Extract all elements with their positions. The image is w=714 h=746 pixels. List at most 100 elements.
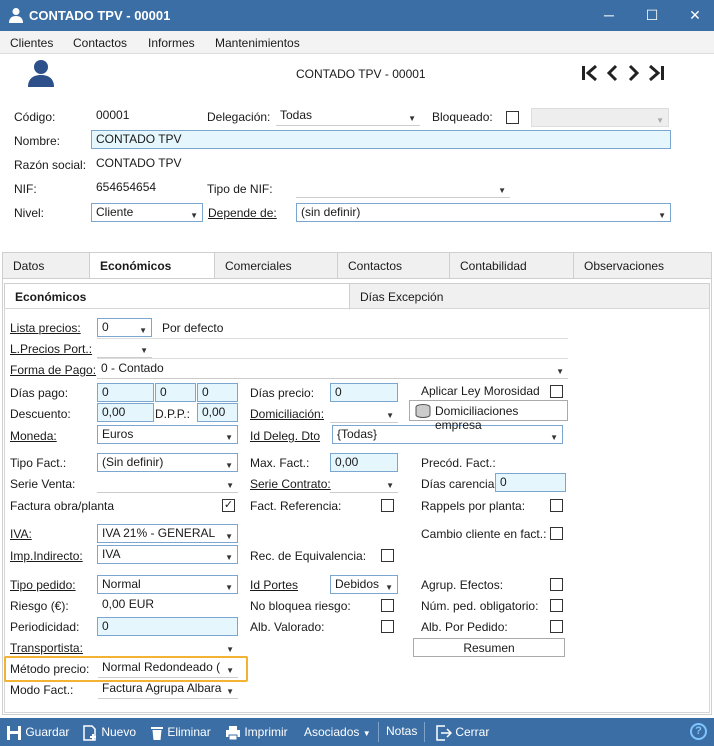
agrup-efectos-checkbox[interactable] xyxy=(550,578,563,591)
periodicidad-field[interactable]: 0 xyxy=(97,617,238,636)
domiciliacion-label[interactable]: Domiciliación: xyxy=(250,407,324,421)
domiciliacion-select[interactable]: ▼ xyxy=(330,404,398,423)
dias-pago-2[interactable]: 0 xyxy=(155,383,196,402)
riesgo-field[interactable]: 0,00 EUR xyxy=(98,596,238,615)
close-button[interactable]: Cerrar xyxy=(436,725,489,741)
exit-icon xyxy=(436,725,452,741)
dias-carencia-field[interactable]: 0 xyxy=(495,473,566,492)
rec-equiv-checkbox[interactable] xyxy=(381,549,394,562)
subtab-economicos[interactable]: Económicos xyxy=(4,283,350,310)
menu-mantenimientos[interactable]: Mantenimientos xyxy=(215,36,300,50)
num-ped-checkbox[interactable] xyxy=(550,599,563,612)
transportista-select[interactable]: ▼ xyxy=(97,638,238,657)
moneda-label[interactable]: Moneda: xyxy=(10,429,57,443)
serie-contrato-select[interactable]: ▼ xyxy=(330,474,398,493)
chevron-down-icon: ▼ xyxy=(408,114,416,123)
tab-datos[interactable]: Datos xyxy=(2,252,90,279)
tab-observaciones[interactable]: Observaciones xyxy=(573,252,712,279)
id-portes-label[interactable]: Id Portes xyxy=(250,578,298,592)
resumen-button[interactable]: Resumen xyxy=(413,638,565,657)
modo-fact-select[interactable]: Factura Agrupa Albara ▼ xyxy=(98,680,238,699)
serie-contrato-label[interactable]: Serie Contrato: xyxy=(250,477,331,491)
next-record-icon[interactable] xyxy=(626,63,642,86)
iva-select[interactable]: IVA 21% - GENERAL ▼ xyxy=(97,524,238,543)
metodo-precio-select[interactable]: Normal Redondeado (▼ xyxy=(98,659,238,678)
asociados-menu-button[interactable]: Asociados ▼ xyxy=(304,725,371,739)
subtab-dias-excepcion[interactable]: Días Excepción xyxy=(349,283,710,309)
divider xyxy=(97,358,568,359)
lprecios-port-select[interactable]: ▼ xyxy=(97,339,152,358)
descuento-field[interactable]: 0,00 xyxy=(97,403,154,422)
domiciliaciones-button[interactable]: Domiciliaciones empresa xyxy=(409,400,568,432)
rappels-checkbox[interactable] xyxy=(550,499,563,512)
alb-pedido-checkbox[interactable] xyxy=(550,620,563,633)
alb-valorado-checkbox[interactable] xyxy=(381,620,394,633)
previous-record-icon[interactable] xyxy=(604,63,620,86)
first-record-icon[interactable] xyxy=(580,63,598,86)
id-deleg-label[interactable]: Id Deleg. Dto xyxy=(250,429,320,443)
max-fact-field[interactable]: 0,00 xyxy=(330,453,398,472)
tab-contactos[interactable]: Contactos xyxy=(337,252,450,279)
bloqueado-checkbox[interactable] xyxy=(506,111,519,124)
chevron-down-icon: ▼ xyxy=(226,481,234,490)
dias-pago-3[interactable]: 0 xyxy=(197,383,238,402)
bloqueado-label: Bloqueado: xyxy=(432,110,493,124)
serie-venta-select[interactable]: ▼ xyxy=(97,474,238,493)
imp-indirecto-label[interactable]: Imp.Indirecto: xyxy=(10,549,83,563)
lprecios-port-label[interactable]: L.Precios Port.: xyxy=(10,342,92,356)
modo-fact-label: Modo Fact.: xyxy=(10,683,74,697)
fact-ref-checkbox[interactable] xyxy=(381,499,394,512)
delegacion-select[interactable]: Todas ▼ xyxy=(276,107,420,126)
depende-label[interactable]: Depende de: xyxy=(208,206,277,220)
print-button[interactable]: Imprimir xyxy=(225,725,288,741)
nif-field[interactable]: 654654654 xyxy=(92,179,202,198)
chevron-down-icon: ▼ xyxy=(386,481,394,490)
imp-indirecto-select[interactable]: IVA ▼ xyxy=(97,545,238,564)
depende-select[interactable]: (sin definir) ▼ xyxy=(296,203,671,222)
id-portes-select[interactable]: Debidos ▼ xyxy=(330,575,398,594)
menu-clientes[interactable]: Clientes xyxy=(10,36,53,50)
last-record-icon[interactable] xyxy=(648,63,666,86)
tab-contabilidad[interactable]: Contabilidad xyxy=(449,252,574,279)
tipo-pedido-select[interactable]: Normal ▼ xyxy=(97,575,238,594)
tipo-fact-select[interactable]: (Sin definir) ▼ xyxy=(97,453,238,472)
iva-label[interactable]: IVA: xyxy=(10,527,32,541)
tipo-nif-select[interactable]: ▼ xyxy=(296,179,510,198)
bloqueado-reason-select[interactable]: ▼ xyxy=(531,108,669,127)
dpp-field[interactable]: 0,00 xyxy=(197,403,238,422)
notas-button[interactable]: Notas xyxy=(386,724,417,738)
dias-precio-field[interactable]: 0 xyxy=(330,383,398,402)
nivel-select[interactable]: Cliente ▼ xyxy=(91,203,203,222)
forma-pago-select[interactable]: 0 - Contado ▼ xyxy=(97,360,568,379)
aplicar-ley-checkbox[interactable] xyxy=(550,385,563,398)
menu-informes[interactable]: Informes xyxy=(148,36,195,50)
dias-pago-1[interactable]: 0 xyxy=(97,383,154,402)
close-icon[interactable]: ✕ xyxy=(685,6,705,24)
no-bloquea-label: No bloquea riesgo: xyxy=(250,599,351,613)
minimize-icon[interactable]: ─ xyxy=(599,6,619,24)
maximize-icon[interactable]: ☐ xyxy=(642,6,662,24)
codigo-field[interactable]: 00001 xyxy=(92,107,192,126)
moneda-select[interactable]: Euros ▼ xyxy=(97,425,238,444)
nombre-field[interactable]: CONTADO TPV xyxy=(91,130,671,149)
help-icon[interactable]: ? xyxy=(690,723,707,740)
modo-fact-value: Factura Agrupa Albara xyxy=(102,681,222,695)
transportista-label[interactable]: Transportista: xyxy=(10,641,83,655)
new-button[interactable]: Nuevo xyxy=(82,725,136,741)
tipo-pedido-label[interactable]: Tipo pedido: xyxy=(10,578,76,592)
delegacion-label: Delegación: xyxy=(207,110,271,124)
cambio-cliente-checkbox[interactable] xyxy=(550,527,563,540)
factura-obra-checkbox[interactable]: ✓ xyxy=(222,499,235,512)
no-bloquea-checkbox[interactable] xyxy=(381,599,394,612)
lista-precios-select[interactable]: 0 ▼ xyxy=(97,318,152,337)
lista-precios-label[interactable]: Lista precios: xyxy=(10,321,81,335)
save-button[interactable]: Guardar xyxy=(6,725,69,741)
delete-button[interactable]: Eliminar xyxy=(150,725,211,741)
tab-economicos[interactable]: Económicos xyxy=(89,252,215,280)
forma-pago-label[interactable]: Forma de Pago: xyxy=(10,363,96,377)
new-document-icon xyxy=(83,725,96,741)
razon-social-field[interactable]: CONTADO TPV xyxy=(92,155,292,174)
chevron-down-icon: ▼ xyxy=(658,211,666,220)
menu-contactos[interactable]: Contactos xyxy=(73,36,127,50)
tab-comerciales[interactable]: Comerciales xyxy=(214,252,338,279)
